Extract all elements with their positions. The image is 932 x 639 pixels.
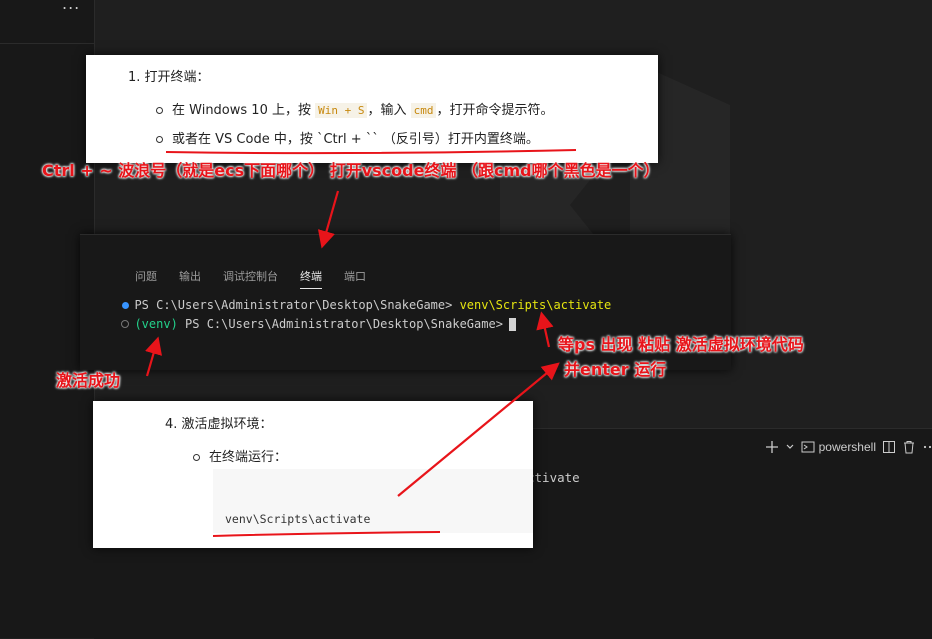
step-heading: 1. 打开终端：: [128, 70, 210, 85]
code-activate: venv\Scripts\activate: [225, 512, 371, 526]
tab-terminal[interactable]: 终端: [300, 268, 322, 289]
annotation-open-terminal: Ctrl + ~ 波浪号（就是ecs下面哪个） 打开vscode终端 （跟cmd…: [42, 161, 660, 180]
annotation-press-enter: 并enter 运行: [564, 360, 667, 379]
trash-icon: [904, 441, 914, 454]
bullet-run-in-terminal: 在终端运行：: [193, 446, 287, 465]
terminal-cursor: [508, 318, 516, 331]
bullet-vscode: 或者在 VS Code 中，按 `Ctrl + `` （反引号）打开内置终端。: [156, 128, 539, 147]
cmd-code: cmd: [410, 103, 437, 118]
tab-debug-console[interactable]: 调试控制台: [223, 268, 278, 289]
terminal-icon: [801, 441, 815, 453]
chevron-down-icon[interactable]: [785, 442, 795, 452]
bullet-circle-icon: [156, 136, 163, 143]
bullet-circle-icon: [193, 454, 200, 461]
plus-icon: [765, 441, 778, 453]
bullet-circle-icon: [156, 107, 163, 114]
instruction-snippet-open-terminal: 1. 打开终端： 在 Windows 10 上，按 Win + S ，输入 cmd…: [86, 55, 658, 163]
tab-ports[interactable]: 端口: [344, 268, 366, 289]
tab-problems[interactable]: 问题: [135, 268, 157, 289]
arrow-to-terminal-tab: [317, 190, 340, 249]
more-icon[interactable]: ...: [62, 0, 80, 13]
add-terminal-button[interactable]: [765, 440, 779, 454]
activate-command: venv\Scripts\activate: [459, 298, 612, 312]
more-actions-button[interactable]: [922, 440, 932, 454]
terminal-shell-selector[interactable]: powershell: [801, 440, 876, 454]
annotation-paste-command: 等ps 出现 粘贴 激活虚拟环境代码: [558, 335, 804, 354]
shell-label: powershell: [818, 440, 876, 454]
background-terminal-text: ctivate: [527, 470, 580, 485]
split-terminal-button[interactable]: [882, 440, 896, 454]
terminal-line-command: PS C:\Users\Administrator\Desktop\SnakeG…: [134, 298, 612, 312]
bullet-windows: 在 Windows 10 上，按 Win + S ，输入 cmd ，打开命令提示符。: [156, 99, 554, 118]
code-block: venv\Scripts\activate: [213, 469, 533, 533]
annotation-activated: 激活成功: [56, 371, 121, 390]
kill-terminal-button[interactable]: [902, 440, 916, 454]
key-combo: Win + S: [315, 103, 368, 118]
venv-indicator: (venv): [134, 317, 178, 331]
instruction-snippet-activate-venv: 4. 激活虚拟环境： 在终端运行： venv\Scripts\activate: [93, 401, 533, 548]
tab-output[interactable]: 输出: [179, 268, 201, 289]
step-heading: 4. 激活虚拟环境：: [165, 417, 273, 432]
terminal-line-prompt[interactable]: (venv) PS C:\Users\Administrator\Desktop…: [120, 317, 516, 331]
panel-tabs: 问题 输出 调试控制台 终端 端口: [135, 268, 388, 289]
more-icon: [923, 445, 932, 449]
panel-toolbar: powershell: [765, 437, 932, 457]
split-icon: [883, 441, 895, 453]
sidebar-header: ...: [0, 0, 94, 44]
